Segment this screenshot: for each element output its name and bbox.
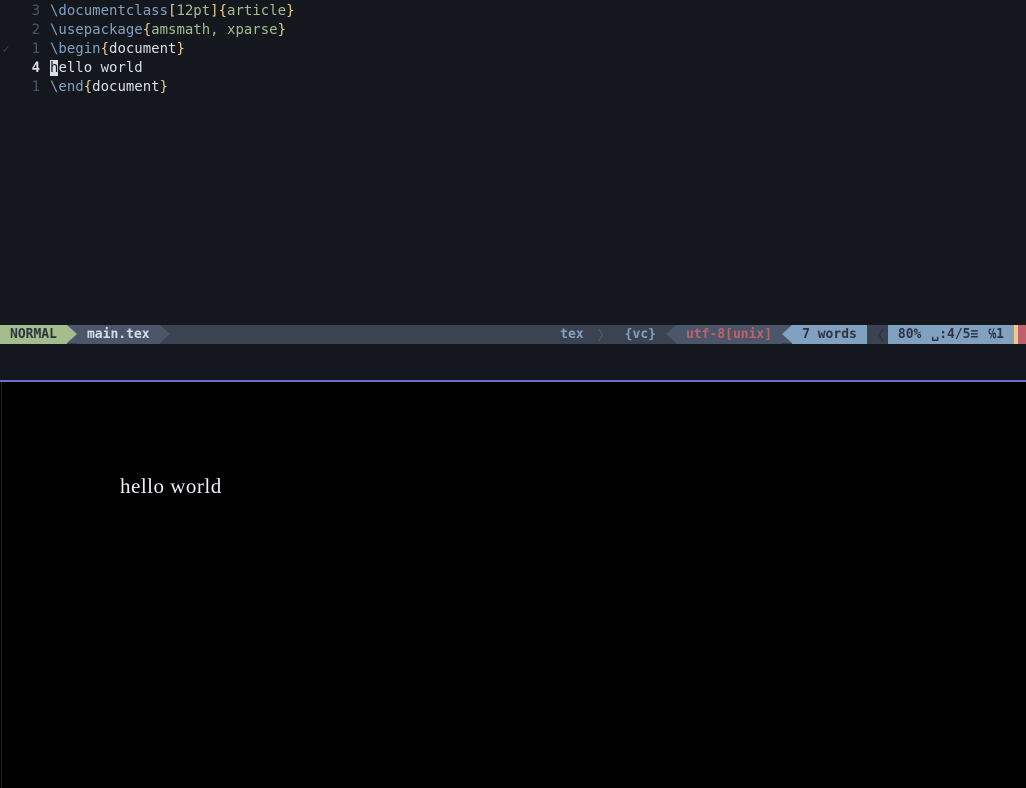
code-content[interactable]: \begin{document} <box>46 40 185 59</box>
wordcount-segment: 7 words <box>792 325 867 344</box>
token: } <box>176 41 184 57</box>
token: amsmath, xparse <box>151 22 277 38</box>
code-content[interactable]: hello world <box>46 59 143 78</box>
center-fill <box>170 325 551 344</box>
code-line[interactable]: 2\usepackage{amsmath, xparse} <box>0 21 1026 40</box>
command-line[interactable] <box>0 344 1026 380</box>
token: ello world <box>58 60 142 76</box>
preview-content: hello world <box>120 474 222 499</box>
preview-border <box>1 382 2 788</box>
column-segment: ℅1 <box>988 325 1014 344</box>
token: { <box>143 22 151 38</box>
code-area[interactable]: 3\documentclass[12pt]{article}2\usepacka… <box>0 0 1026 97</box>
code-content[interactable]: \documentclass[12pt]{article} <box>46 2 295 21</box>
token: document <box>92 79 159 95</box>
token: \usepackage <box>50 22 143 38</box>
line-number: 4 <box>12 59 46 78</box>
editor-pane[interactable]: 3\documentclass[12pt]{article}2\usepacka… <box>0 0 1026 325</box>
statusline: NORMAL main.tex tex 〉 {vc} utf-8[unix] 7… <box>0 325 1026 344</box>
token: } <box>286 3 294 19</box>
code-line[interactable]: 3\documentclass[12pt]{article} <box>0 2 1026 21</box>
token: \documentclass <box>50 3 168 19</box>
thin-separator-icon: 〈 <box>867 325 888 344</box>
line-number: 3 <box>12 2 46 21</box>
separator-icon <box>67 325 77 343</box>
separator-icon <box>160 325 170 343</box>
line-number: 1 <box>12 78 46 97</box>
token: ] <box>210 3 218 19</box>
filetype-segment: tex <box>550 325 593 344</box>
code-line[interactable]: 4hello world <box>0 59 1026 78</box>
encoding-segment: utf-8[unix] <box>676 325 782 344</box>
token: } <box>160 79 168 95</box>
error-indicator <box>1018 325 1026 344</box>
token: { <box>219 3 227 19</box>
thin-separator-icon: 〉 <box>594 325 615 344</box>
pdf-preview-pane[interactable]: hello world <box>0 382 1026 788</box>
code-content[interactable]: \usepackage{amsmath, xparse} <box>46 21 286 40</box>
token: \begin <box>50 41 101 57</box>
sign-column: ✓ <box>0 40 12 59</box>
token: article <box>227 3 286 19</box>
line-number: 1 <box>12 40 46 59</box>
token: } <box>278 22 286 38</box>
token: document <box>109 41 176 57</box>
separator-icon <box>666 325 676 343</box>
code-line[interactable]: 1\end{document} <box>0 78 1026 97</box>
separator-icon <box>782 325 792 343</box>
token: 12pt <box>176 3 210 19</box>
token: { <box>84 79 92 95</box>
code-line[interactable]: ✓1\begin{document} <box>0 40 1026 59</box>
percent-segment: 80% <box>888 325 931 344</box>
token: \end <box>50 79 84 95</box>
vcs-segment: {vc} <box>615 325 666 344</box>
line-number: 2 <box>12 21 46 40</box>
mode-indicator: NORMAL <box>0 325 67 344</box>
token: { <box>101 41 109 57</box>
position-segment: ␣:4/5≡ <box>931 325 988 344</box>
code-content[interactable]: \end{document} <box>46 78 168 97</box>
filename-segment: main.tex <box>77 325 160 344</box>
